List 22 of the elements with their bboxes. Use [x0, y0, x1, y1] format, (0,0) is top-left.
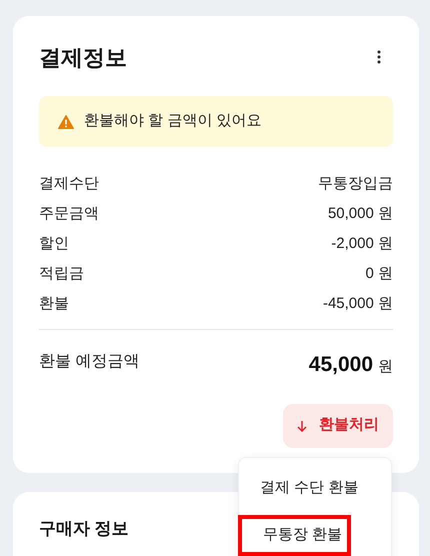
- row-value: 0 원: [365, 264, 393, 284]
- row-value: 무통장입금: [318, 174, 393, 194]
- row-label: 결제수단: [39, 174, 99, 194]
- currency-unit: 원: [378, 357, 393, 377]
- warning-icon: [58, 114, 74, 128]
- total-amount: 45,000: [308, 352, 373, 378]
- menu-item[interactable]: 결제 수단 환불: [239, 466, 391, 510]
- row-value: -45,000 원: [322, 294, 393, 314]
- card-title: 결제정보: [39, 44, 127, 72]
- row-label: 할인: [39, 234, 69, 254]
- row-value: -2,000 원: [331, 234, 393, 254]
- row-label: 적립금: [39, 264, 84, 284]
- row-label: 환불: [39, 294, 69, 314]
- total-label: 환불 예정금액: [39, 352, 140, 372]
- menu-item[interactable]: 무통장 환불: [238, 515, 351, 556]
- refund-button[interactable]: 환불처리: [283, 404, 393, 448]
- row-label: 주문금액: [39, 204, 99, 224]
- arrow-down-icon: [297, 420, 307, 432]
- row-value: 50,000 원: [328, 204, 393, 224]
- warning-text: 환불해야 할 금액이 있어요: [84, 111, 262, 132]
- card-title: 구매자 정보: [39, 518, 129, 538]
- more-icon[interactable]: [377, 50, 381, 64]
